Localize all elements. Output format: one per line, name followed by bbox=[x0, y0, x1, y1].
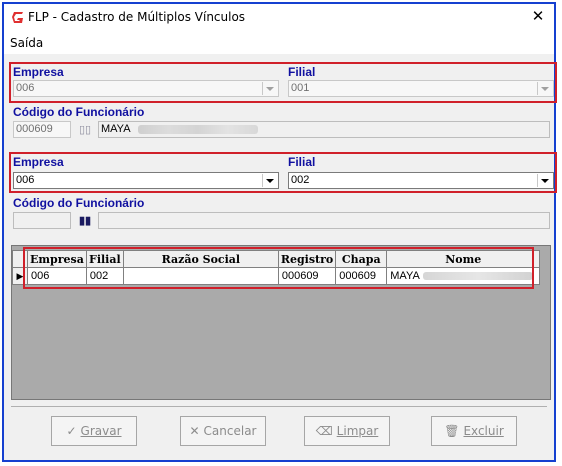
limpar-label: Limpar bbox=[336, 424, 379, 438]
checkmark-icon: ✓ bbox=[66, 424, 77, 438]
chevron-down-icon bbox=[262, 82, 277, 95]
codigo-label-1: Código do Funcionário bbox=[13, 105, 145, 119]
cancelar-button[interactable]: ✕ Cancelar bbox=[180, 416, 266, 446]
chevron-down-icon bbox=[537, 82, 552, 95]
empresa-select-2[interactable]: 006 bbox=[13, 172, 279, 189]
filial-select-1[interactable]: 001 bbox=[288, 80, 554, 97]
empresa-select-1[interactable]: 006 bbox=[13, 80, 279, 97]
excluir-label: Excluir bbox=[463, 424, 504, 438]
filial-value-1: 001 bbox=[291, 82, 310, 94]
main-window: FLP - Cadastro de Múltiplos Vínculos ✕ S… bbox=[2, 2, 557, 462]
limpar-button[interactable]: ⌫ Limpar bbox=[304, 416, 390, 446]
highlight-box-grid-row bbox=[23, 247, 534, 289]
gravar-label: Gravar bbox=[80, 424, 122, 438]
binoculars-icon[interactable]: ▯▯ bbox=[76, 122, 94, 139]
nome-value-1: MAYA bbox=[101, 123, 131, 135]
eraser-icon: ⌫ bbox=[315, 424, 333, 438]
chevron-down-icon bbox=[262, 174, 277, 187]
codigo-label-2: Código do Funcionário bbox=[13, 196, 145, 210]
gravar-button[interactable]: ✓ Gravar bbox=[51, 416, 137, 446]
menu-item-saida[interactable]: Saída bbox=[10, 36, 43, 50]
excluir-button[interactable]: 🗑 Excluir bbox=[431, 416, 517, 446]
empresa-value-1: 006 bbox=[16, 82, 35, 94]
codigo-value-1: 000609 bbox=[16, 123, 53, 135]
redacted-name-1 bbox=[138, 125, 258, 134]
nome-field-2 bbox=[98, 212, 550, 229]
filial-label-2: Filial bbox=[288, 155, 316, 169]
title-bar: FLP - Cadastro de Múltiplos Vínculos ✕ bbox=[4, 4, 554, 32]
empresa-label-2: Empresa bbox=[13, 155, 64, 169]
menu-bar: Saída bbox=[4, 32, 554, 54]
trash-icon: 🗑 bbox=[444, 424, 460, 438]
app-logo-icon bbox=[12, 12, 23, 23]
empresa-label-1: Empresa bbox=[13, 65, 64, 79]
empresa-value-2: 006 bbox=[16, 174, 35, 186]
cancel-x-icon: ✕ bbox=[189, 424, 200, 438]
filial-value-2: 002 bbox=[291, 174, 310, 186]
filial-label-1: Filial bbox=[288, 65, 316, 79]
filial-select-2[interactable]: 002 bbox=[288, 172, 554, 189]
divider bbox=[11, 406, 547, 407]
binoculars-icon[interactable]: ▮▮ bbox=[76, 213, 94, 230]
chevron-down-icon bbox=[537, 174, 552, 187]
codigo-field-2[interactable] bbox=[13, 212, 71, 229]
window-title: FLP - Cadastro de Múltiplos Vínculos bbox=[28, 10, 246, 24]
cancelar-label: Cancelar bbox=[203, 424, 257, 438]
close-button[interactable]: ✕ bbox=[526, 7, 550, 27]
codigo-field-1[interactable]: 000609 bbox=[13, 121, 71, 138]
